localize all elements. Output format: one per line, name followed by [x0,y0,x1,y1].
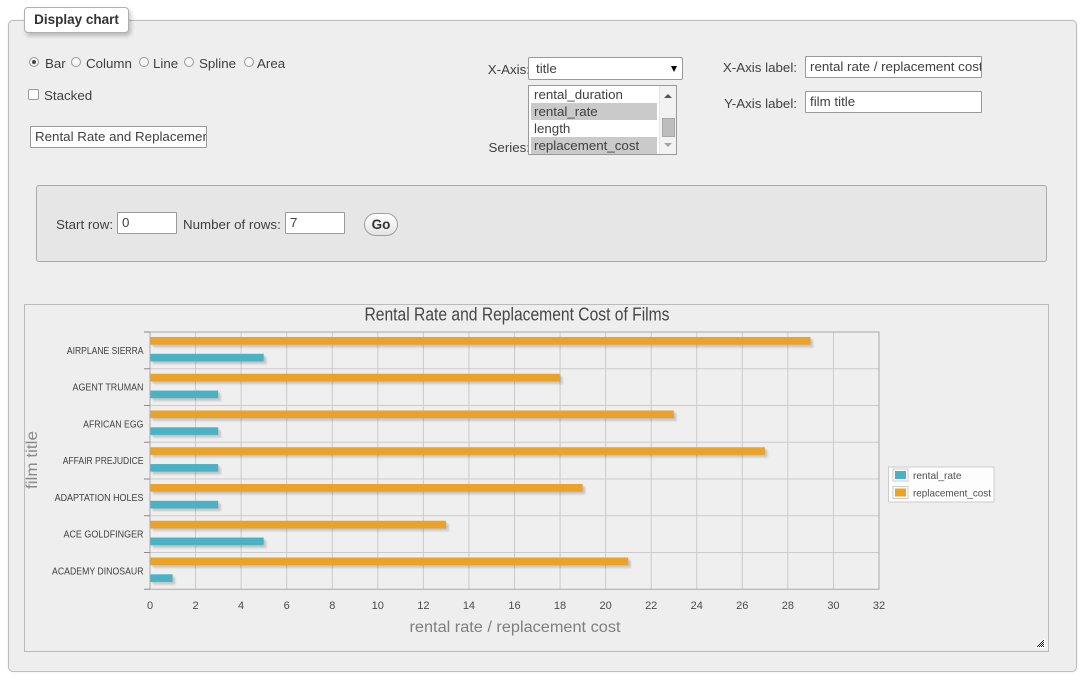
svg-text:ACADEMY DINOSAUR: ACADEMY DINOSAUR [52,566,144,577]
svg-text:AGENT TRUMAN: AGENT TRUMAN [73,383,144,394]
svg-text:20: 20 [599,600,611,612]
svg-text:ADAPTATION HOLES: ADAPTATION HOLES [55,493,144,504]
svg-text:Rental Rate and Replacement Co: Rental Rate and Replacement Cost of Film… [365,305,670,325]
svg-text:0: 0 [147,600,153,612]
svg-text:18: 18 [554,600,566,612]
svg-text:32: 32 [873,600,885,612]
svg-text:film title: film title [25,431,41,489]
svg-text:2: 2 [192,600,198,612]
svg-text:replacement_cost: replacement_cost [913,488,991,500]
svg-text:8: 8 [329,600,335,612]
svg-text:AIRPLANE SIERRA: AIRPLANE SIERRA [67,346,144,357]
svg-text:ACE GOLDFINGER: ACE GOLDFINGER [64,530,144,541]
svg-text:24: 24 [691,600,703,612]
svg-text:16: 16 [508,600,520,612]
svg-text:12: 12 [417,600,429,612]
svg-text:30: 30 [827,600,839,612]
svg-text:10: 10 [372,600,384,612]
svg-text:4: 4 [238,600,244,612]
svg-text:26: 26 [736,600,748,612]
svg-text:AFRICAN EGG: AFRICAN EGG [83,419,144,430]
svg-text:AFFAIR PREJUDICE: AFFAIR PREJUDICE [63,456,144,467]
svg-text:6: 6 [284,600,290,612]
svg-text:rental_rate: rental_rate [913,470,962,482]
svg-text:28: 28 [782,600,794,612]
svg-text:14: 14 [463,600,475,612]
svg-text:22: 22 [645,600,657,612]
svg-text:rental rate / replacement cost: rental rate / replacement cost [410,619,622,636]
